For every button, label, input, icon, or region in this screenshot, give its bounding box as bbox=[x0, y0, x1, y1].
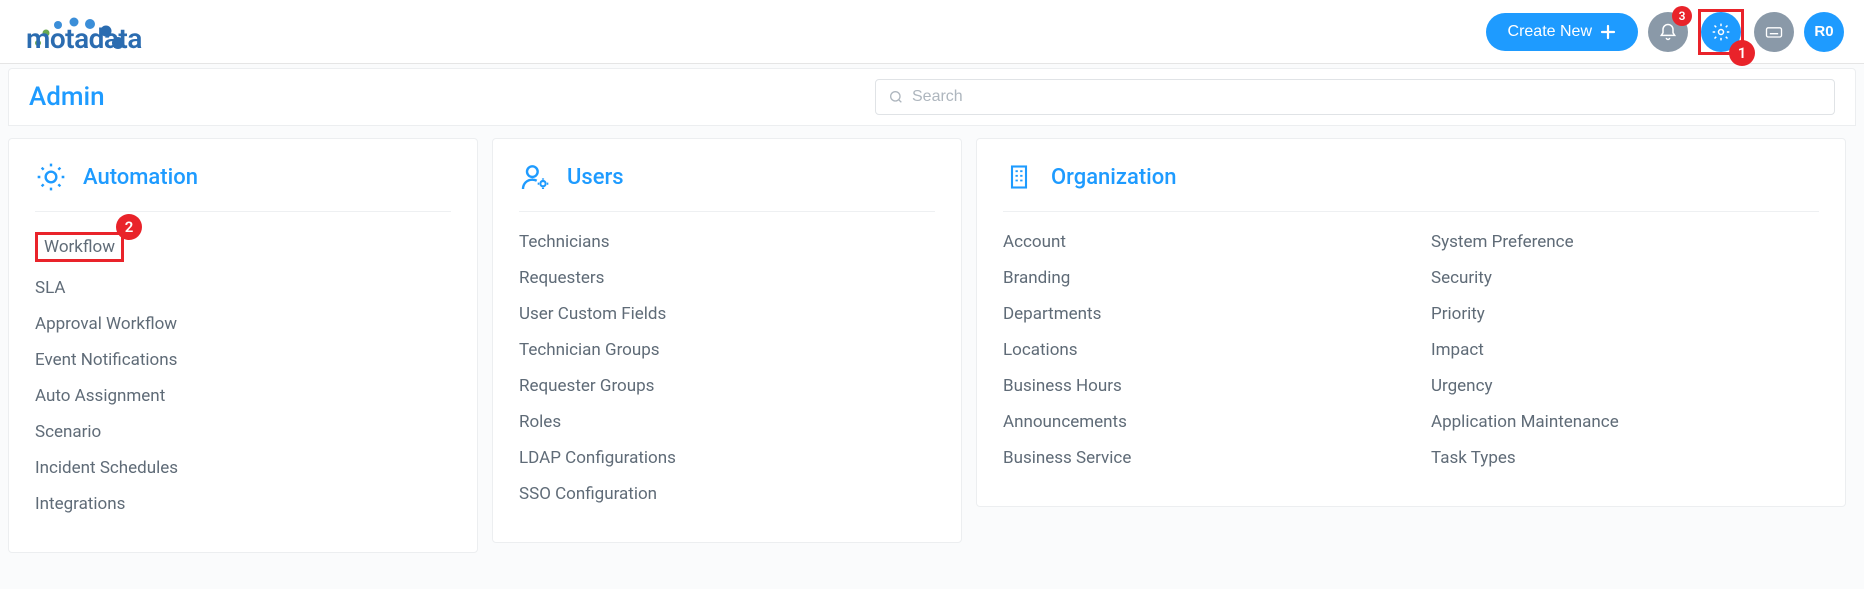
users-list: Technicians Requesters User Custom Field… bbox=[519, 232, 935, 504]
annotation-badge-2: 2 bbox=[116, 214, 142, 240]
topbar: motadata Create New 3 1 R0 bbox=[0, 0, 1864, 64]
link-auto-assignment[interactable]: Auto Assignment bbox=[35, 386, 451, 406]
organization-icon bbox=[1003, 161, 1035, 193]
card-title-organization: Organization bbox=[1051, 165, 1177, 190]
link-sla[interactable]: SLA bbox=[35, 278, 451, 298]
page-title: Admin bbox=[29, 82, 105, 112]
card-organization: Organization Account Branding Department… bbox=[976, 138, 1846, 507]
link-sso-configuration[interactable]: SSO Configuration bbox=[519, 484, 935, 504]
logo-text: motadata bbox=[26, 22, 142, 55]
search-box[interactable] bbox=[875, 79, 1835, 115]
card-users: Users Technicians Requesters User Custom… bbox=[492, 138, 962, 543]
annotation-box-1: 1 bbox=[1698, 9, 1744, 55]
link-impact[interactable]: Impact bbox=[1431, 340, 1819, 360]
gear-icon bbox=[1711, 22, 1731, 42]
topbar-actions: Create New 3 1 R0 bbox=[1486, 9, 1844, 55]
link-business-service[interactable]: Business Service bbox=[1003, 448, 1391, 468]
organization-list-col1: Account Branding Departments Locations B… bbox=[1003, 232, 1391, 484]
link-ldap-configurations[interactable]: LDAP Configurations bbox=[519, 448, 935, 468]
organization-list-col2: System Preference Security Priority Impa… bbox=[1431, 232, 1819, 484]
annotation-badge-1: 1 bbox=[1729, 40, 1755, 66]
admin-cards: Automation Workflow 2 SLA Approval Workf… bbox=[0, 126, 1864, 565]
link-locations[interactable]: Locations bbox=[1003, 340, 1391, 360]
bell-icon bbox=[1658, 22, 1678, 42]
logo[interactable]: motadata bbox=[20, 8, 142, 55]
keyboard-icon bbox=[1764, 22, 1784, 42]
link-system-preference[interactable]: System Preference bbox=[1431, 232, 1819, 252]
link-user-custom-fields[interactable]: User Custom Fields bbox=[519, 304, 935, 324]
link-announcements[interactable]: Announcements bbox=[1003, 412, 1391, 432]
link-event-notifications[interactable]: Event Notifications bbox=[35, 350, 451, 370]
automation-icon bbox=[35, 161, 67, 193]
link-roles[interactable]: Roles bbox=[519, 412, 935, 432]
link-security[interactable]: Security bbox=[1431, 268, 1819, 288]
link-workflow[interactable]: Workflow 2 bbox=[35, 232, 451, 262]
link-priority[interactable]: Priority bbox=[1431, 304, 1819, 324]
card-title-automation: Automation bbox=[83, 165, 198, 190]
link-incident-schedules[interactable]: Incident Schedules bbox=[35, 458, 451, 478]
link-branding[interactable]: Branding bbox=[1003, 268, 1391, 288]
link-urgency[interactable]: Urgency bbox=[1431, 376, 1819, 396]
automation-list: Workflow 2 SLA Approval Workflow Event N… bbox=[35, 232, 451, 514]
link-integrations[interactable]: Integrations bbox=[35, 494, 451, 514]
card-title-users: Users bbox=[567, 165, 624, 190]
users-icon bbox=[519, 161, 551, 193]
notification-count-badge: 3 bbox=[1672, 6, 1692, 26]
link-requesters[interactable]: Requesters bbox=[519, 268, 935, 288]
avatar-label: R0 bbox=[1814, 23, 1833, 40]
link-business-hours[interactable]: Business Hours bbox=[1003, 376, 1391, 396]
link-technicians[interactable]: Technicians bbox=[519, 232, 935, 252]
keyboard-button[interactable] bbox=[1754, 12, 1794, 52]
link-scenario[interactable]: Scenario bbox=[35, 422, 451, 442]
plus-icon bbox=[1600, 24, 1616, 40]
create-new-button[interactable]: Create New bbox=[1486, 13, 1638, 51]
card-automation: Automation Workflow 2 SLA Approval Workf… bbox=[8, 138, 478, 553]
search-input[interactable] bbox=[912, 88, 1822, 106]
link-technician-groups[interactable]: Technician Groups bbox=[519, 340, 935, 360]
link-requester-groups[interactable]: Requester Groups bbox=[519, 376, 935, 396]
search-icon bbox=[888, 89, 904, 105]
link-departments[interactable]: Departments bbox=[1003, 304, 1391, 324]
link-task-types[interactable]: Task Types bbox=[1431, 448, 1819, 468]
link-workflow-label: Workflow bbox=[44, 237, 115, 257]
create-new-label: Create New bbox=[1508, 23, 1592, 41]
link-account[interactable]: Account bbox=[1003, 232, 1391, 252]
user-avatar[interactable]: R0 bbox=[1804, 12, 1844, 52]
link-approval-workflow[interactable]: Approval Workflow bbox=[35, 314, 451, 334]
annotation-box-2: Workflow bbox=[35, 232, 124, 262]
subheader: Admin bbox=[8, 68, 1856, 126]
link-application-maintenance[interactable]: Application Maintenance bbox=[1431, 412, 1819, 432]
